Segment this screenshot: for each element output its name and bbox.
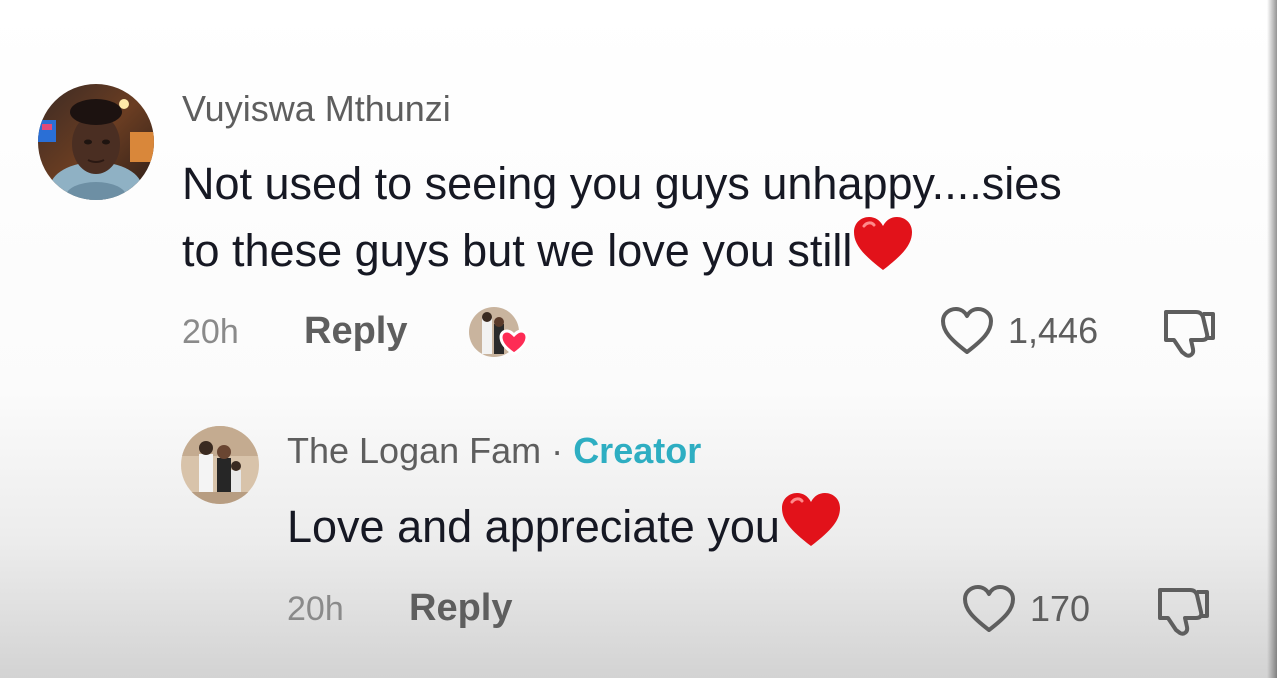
liked-by-creator-badge [468,304,530,362]
reply-timestamp: 20h [287,590,344,628]
thumbs-down-icon [1164,310,1215,358]
heart-outline-icon [963,585,1015,632]
comment-timestamp: 20h [182,313,239,351]
comment-text-line-1: Not used to seeing you guys unhappy....s… [182,158,1062,209]
red-heart-emoji-icon [852,216,914,289]
dislike-button[interactable] [1160,308,1218,365]
dislike-button[interactable] [1154,586,1212,643]
creator-avatar-icon [469,307,529,357]
heart-outline-icon [941,307,993,354]
reply-button[interactable]: Reply [304,310,407,353]
like-button[interactable]: 170 [962,584,1090,634]
reply-username-row: The Logan Fam · Creator [287,430,701,472]
reply-username[interactable]: The Logan Fam [287,430,541,471]
creator-badge: Creator [573,430,702,471]
reply-button[interactable]: Reply [409,587,512,630]
avatar-photo [181,426,259,504]
thumbs-down-icon [1158,588,1209,636]
like-count: 170 [1030,588,1091,629]
reply-text: Love and appreciate you [287,492,1187,565]
red-heart-emoji-icon [780,492,842,565]
like-button[interactable]: 1,446 [940,306,1098,356]
like-count: 1,446 [1008,310,1099,351]
avatar[interactable] [38,84,154,200]
avatar-photo [38,84,154,200]
comment-username[interactable]: Vuyiswa Mthunzi [182,88,451,130]
reply-comment: The Logan Fam · Creator Love and appreci… [0,390,1277,678]
separator-dot: · [551,430,564,471]
comment-text: Not used to seeing you guys unhappy....s… [182,152,1242,289]
reply-text-content: Love and appreciate you [287,501,780,552]
comment: Vuyiswa Mthunzi Not used to seeing you g… [0,0,1277,390]
comment-text-line-2-text: to these guys but we love you still [182,225,853,276]
comment-text-line-2: to these guys but we love you still [182,216,1242,289]
avatar[interactable] [181,426,259,504]
